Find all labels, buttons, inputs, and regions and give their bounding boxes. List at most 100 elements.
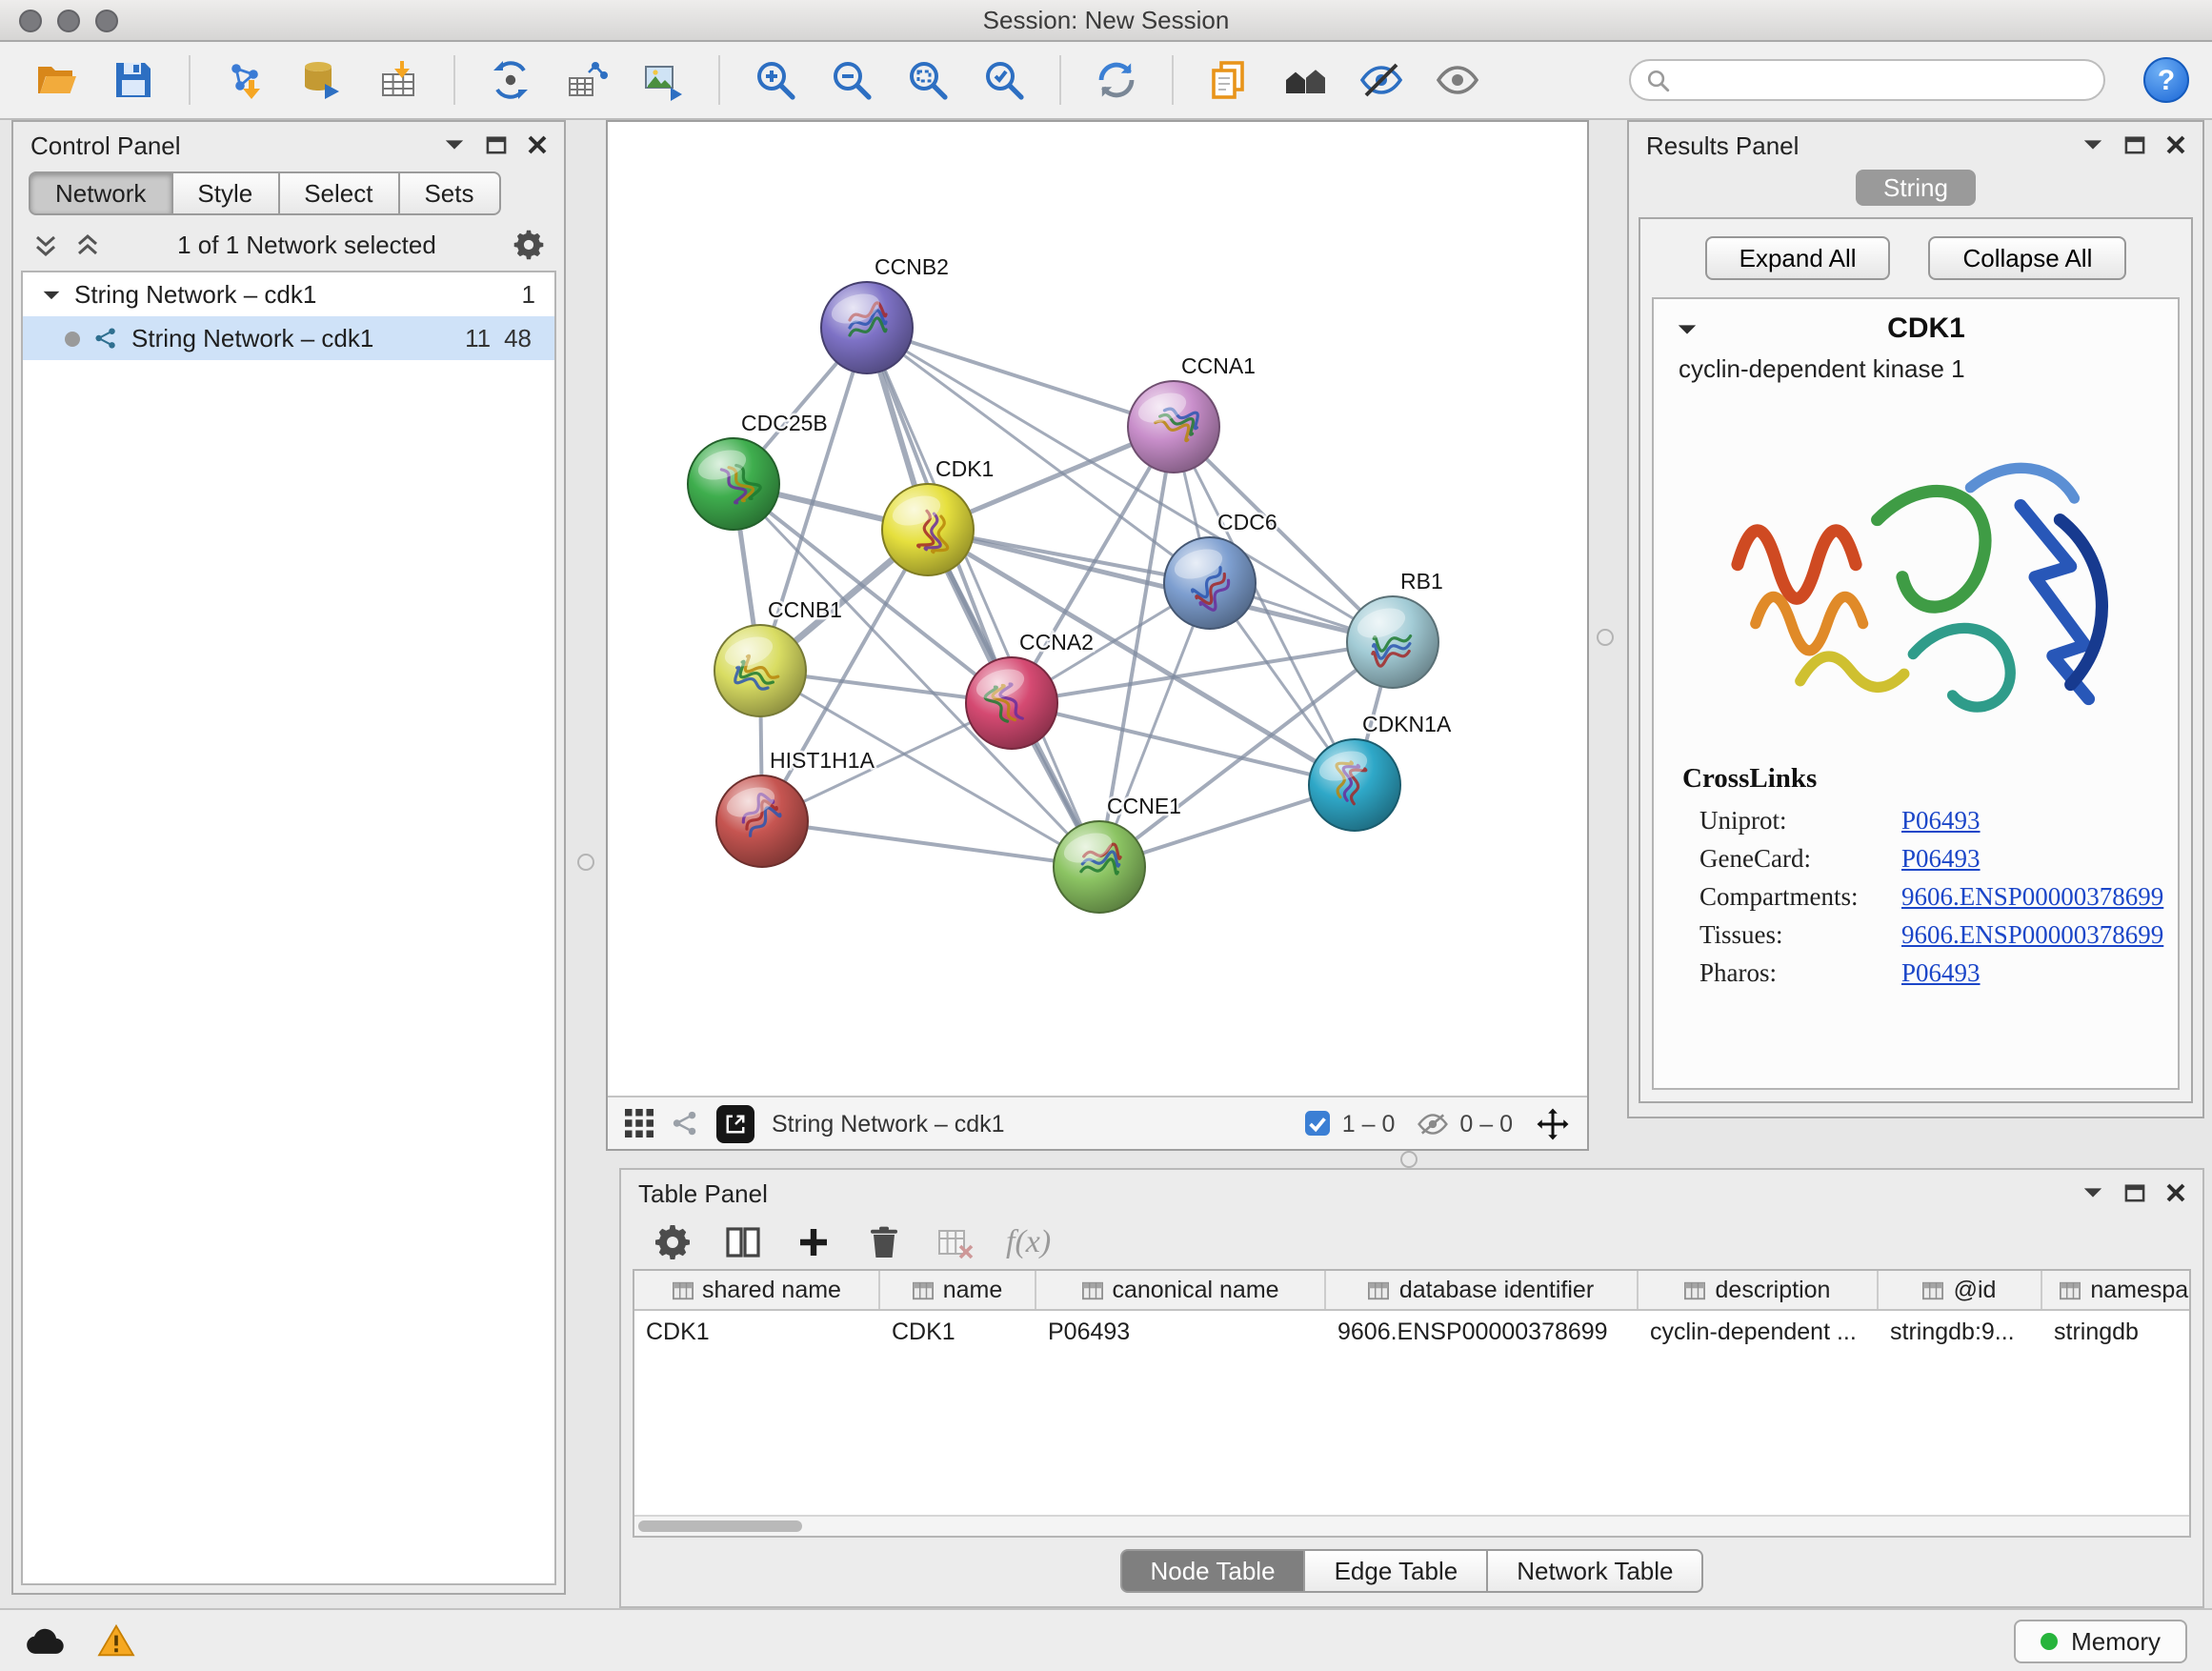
open-session-button[interactable]: [23, 50, 91, 111]
table-cell[interactable]: P06493: [1036, 1318, 1326, 1344]
table-cell[interactable]: CDK1: [880, 1318, 1036, 1344]
left-splitter-handle[interactable]: [577, 854, 594, 871]
help-button[interactable]: ?: [2143, 57, 2189, 103]
float-panel-icon[interactable]: [486, 135, 507, 154]
tab-network[interactable]: Network: [29, 171, 172, 215]
table-horizontal-scrollbar[interactable]: [634, 1515, 2189, 1536]
close-panel-icon[interactable]: [528, 135, 547, 154]
tab-select[interactable]: Select: [277, 171, 399, 215]
expand-all-tree-icon[interactable]: [32, 232, 59, 258]
new-network-table-button[interactable]: [553, 50, 621, 111]
collapse-panel-icon[interactable]: [444, 137, 465, 152]
table-cell[interactable]: 9606.ENSP00000378699: [1326, 1318, 1639, 1344]
float-panel-icon[interactable]: [2124, 135, 2145, 154]
close-panel-icon[interactable]: [2166, 1183, 2185, 1202]
network-node-CDC25B[interactable]: CDC25B: [688, 411, 828, 530]
network-canvas[interactable]: CCNB2CCNA1CDC25BCDK1CDC6RB1CCNB1CCNA2CDK…: [608, 122, 1587, 1096]
network-collection-row[interactable]: String Network – cdk1 1: [23, 272, 554, 316]
tab-sets[interactable]: Sets: [397, 171, 500, 215]
birdseye-view-icon[interactable]: [625, 1109, 654, 1137]
network-node-RB1[interactable]: RB1: [1347, 569, 1443, 688]
delete-column-button[interactable]: [865, 1223, 903, 1261]
show-columns-button[interactable]: [724, 1223, 762, 1261]
zoom-out-button[interactable]: [817, 50, 886, 111]
close-window-button[interactable]: [19, 9, 42, 31]
tab-node-table[interactable]: Node Table: [1119, 1549, 1305, 1593]
bottom-splitter-handle[interactable]: [1400, 1151, 1418, 1168]
tree-expander-icon[interactable]: [42, 287, 61, 302]
crosslink-link[interactable]: P06493: [1901, 844, 1981, 875]
crosslink-link[interactable]: 9606.ENSP00000378699: [1901, 882, 2163, 913]
zoom-out-icon: [829, 57, 875, 103]
zoom-window-button[interactable]: [95, 9, 118, 31]
zoom-fit-button[interactable]: [894, 50, 962, 111]
table-cell[interactable]: cyclin-dependent ...: [1639, 1318, 1879, 1344]
search-input[interactable]: [1680, 66, 2088, 94]
column-header-shared-name[interactable]: shared name: [634, 1271, 880, 1309]
scrollbar-thumb[interactable]: [638, 1520, 802, 1532]
tab-string[interactable]: String: [1855, 170, 1977, 206]
collapse-all-button[interactable]: Collapse All: [1929, 236, 2127, 280]
home-button[interactable]: [1271, 50, 1339, 111]
zoom-selected-button[interactable]: [970, 50, 1038, 111]
import-table-from-file-button[interactable]: [364, 50, 432, 111]
copy-button[interactable]: [1195, 50, 1263, 111]
share-network-icon[interactable]: [671, 1109, 699, 1137]
new-network-button[interactable]: [476, 50, 545, 111]
table-row[interactable]: CDK1CDK1P064939606.ENSP00000378699cyclin…: [634, 1311, 2189, 1351]
table-cell[interactable]: CDK1: [634, 1318, 880, 1344]
network-node-CCNA1[interactable]: CCNA1: [1128, 353, 1256, 473]
function-builder-button[interactable]: f(x): [1006, 1223, 1051, 1261]
network-node-CCNB1[interactable]: CCNB1: [714, 597, 842, 716]
hidden-eye-slash-icon[interactable]: [1418, 1112, 1448, 1135]
crosslink-link[interactable]: P06493: [1901, 958, 1981, 989]
crosslink-link[interactable]: P06493: [1901, 806, 1981, 836]
network-edge-CCNB2-RB1[interactable]: [867, 328, 1393, 642]
import-network-from-file-button[interactable]: [211, 50, 280, 111]
network-edge-CCNB2-CCNA1[interactable]: [867, 328, 1174, 427]
crosslink-link[interactable]: 9606.ENSP00000378699: [1901, 920, 2163, 951]
cloud-icon[interactable]: [25, 1626, 67, 1655]
collapse-all-tree-icon[interactable]: [74, 232, 101, 258]
show-all-button[interactable]: [1423, 50, 1492, 111]
warning-icon[interactable]: [97, 1623, 135, 1658]
hide-selected-button[interactable]: [1347, 50, 1416, 111]
selected-checkbox-icon[interactable]: [1306, 1111, 1331, 1136]
table-settings-button[interactable]: [654, 1223, 692, 1261]
memory-button[interactable]: Memory: [2014, 1619, 2187, 1662]
float-panel-icon[interactable]: [2124, 1183, 2145, 1202]
collapse-panel-icon[interactable]: [2082, 137, 2103, 152]
open-in-new-window-button[interactable]: [716, 1104, 754, 1142]
table-cell[interactable]: stringdb:9...: [1879, 1318, 2042, 1344]
close-panel-icon[interactable]: [2166, 135, 2185, 154]
network-node-CCNB2[interactable]: CCNB2: [821, 254, 949, 373]
export-image-button[interactable]: [629, 50, 697, 111]
add-column-button[interactable]: [794, 1223, 833, 1261]
column-header-description[interactable]: description: [1639, 1271, 1879, 1309]
save-session-button[interactable]: [99, 50, 168, 111]
pan-crosshair-icon[interactable]: [1536, 1106, 1570, 1140]
tab-style[interactable]: Style: [171, 171, 279, 215]
column-header-namespac[interactable]: namespac: [2042, 1271, 2191, 1309]
import-network-from-database-button[interactable]: [288, 50, 356, 111]
network-row[interactable]: String Network – cdk1 11 48: [23, 316, 554, 360]
column-header-canonical-name[interactable]: canonical name: [1036, 1271, 1326, 1309]
minimize-window-button[interactable]: [57, 9, 80, 31]
tab-edge-table[interactable]: Edge Table: [1304, 1549, 1489, 1593]
expand-all-button[interactable]: Expand All: [1705, 236, 1891, 280]
collapse-gene-icon[interactable]: [1677, 321, 1698, 336]
network-edge-HIST1H1A-CCNE1[interactable]: [762, 821, 1099, 867]
right-splitter-handle[interactable]: [1597, 629, 1614, 646]
column-header--id[interactable]: @id: [1879, 1271, 2042, 1309]
gear-icon[interactable]: [513, 229, 545, 261]
zoom-in-button[interactable]: [741, 50, 810, 111]
network-node-HIST1H1A[interactable]: HIST1H1A: [716, 748, 875, 867]
network-edge-CCNB2-CCNE1[interactable]: [867, 328, 1099, 867]
tab-network-table[interactable]: Network Table: [1486, 1549, 1703, 1593]
network-node-CDKN1A[interactable]: CDKN1A: [1309, 712, 1452, 831]
table-cell[interactable]: stringdb: [2042, 1318, 2189, 1344]
collapse-panel-icon[interactable]: [2082, 1185, 2103, 1200]
column-header-name[interactable]: name: [880, 1271, 1036, 1309]
refresh-button[interactable]: [1082, 50, 1151, 111]
column-header-database-identifier[interactable]: database identifier: [1326, 1271, 1639, 1309]
